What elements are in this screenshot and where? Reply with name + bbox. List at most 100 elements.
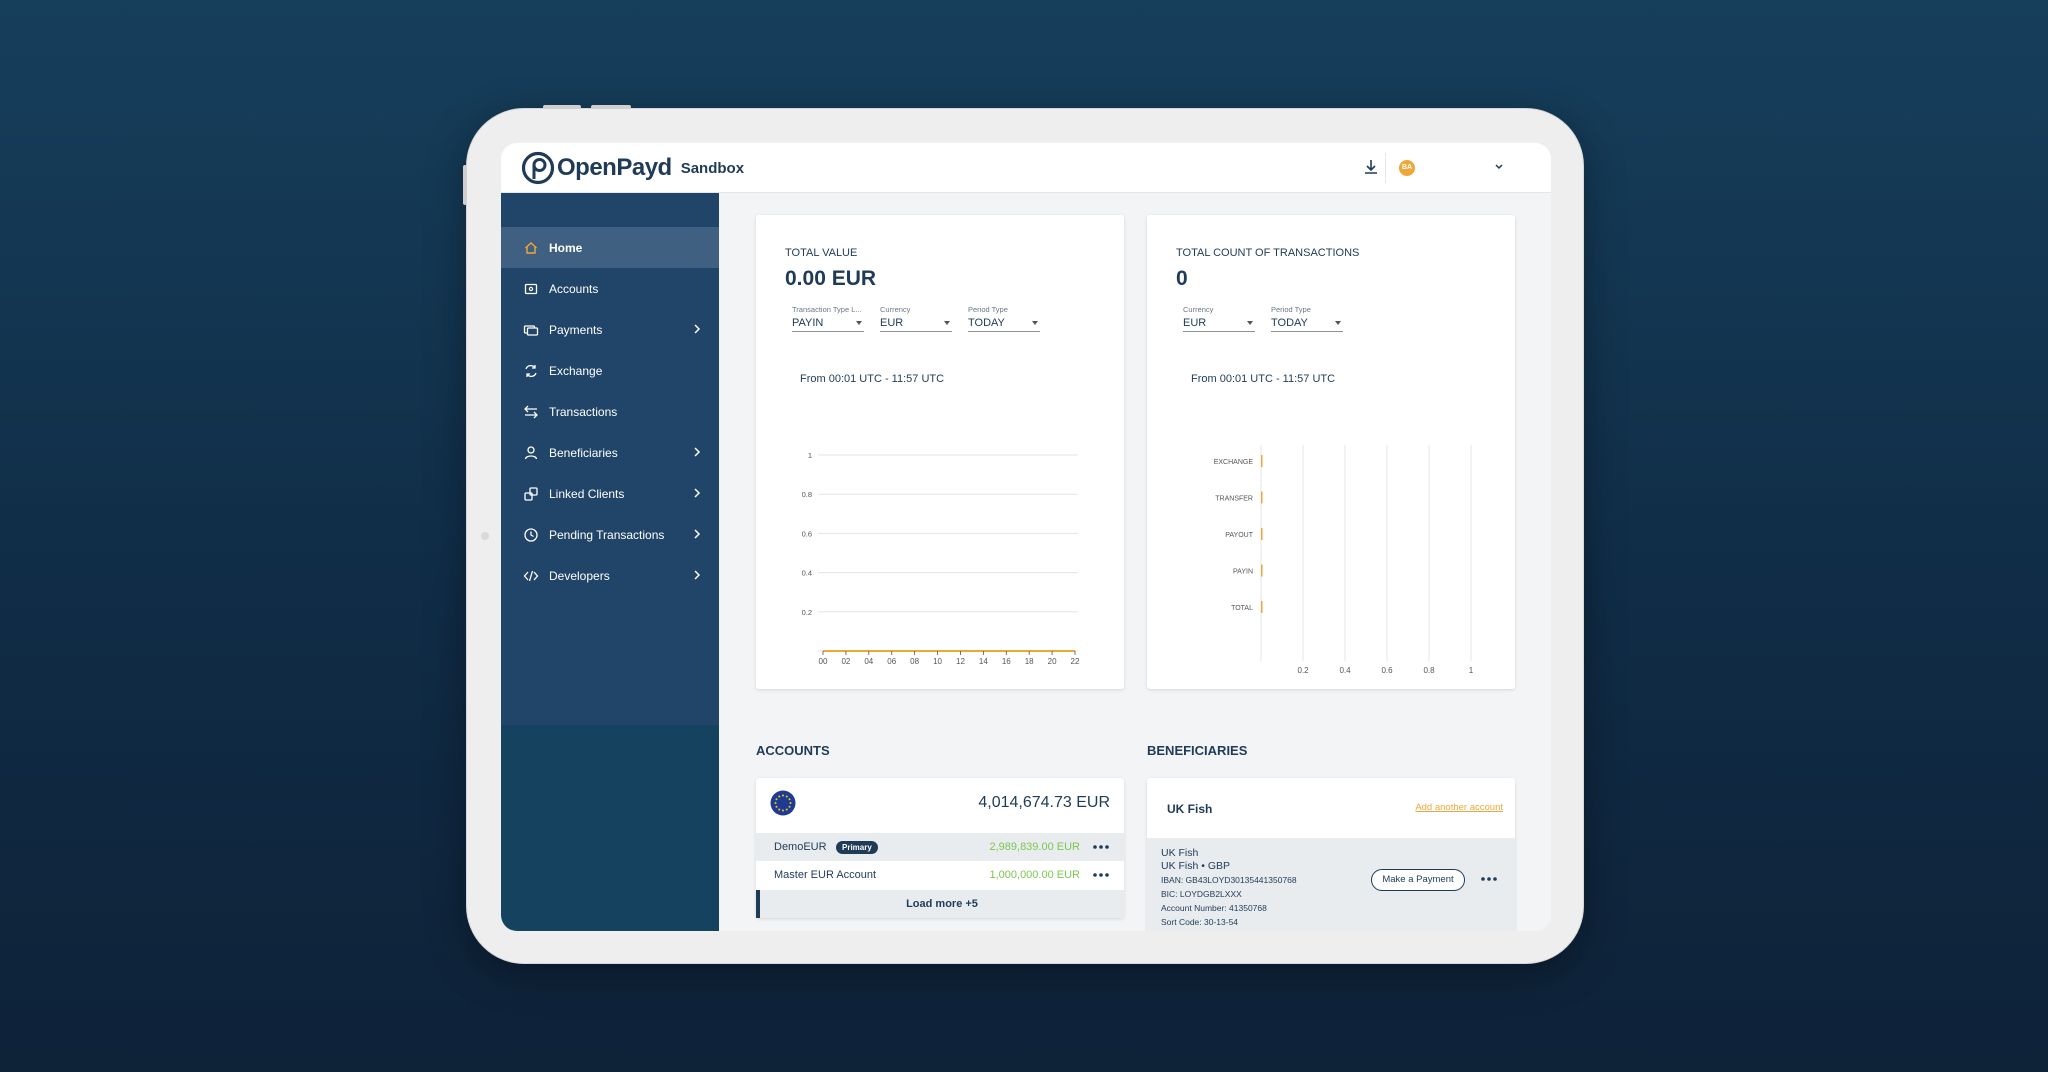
load-more-button[interactable]: Load more +5 [756,890,1124,918]
accounts-card: 4,014,674.73 EUR DemoEUR Primary 2,989,8… [756,778,1124,918]
tablet-button-side [463,165,467,205]
account-balance: 2,989,839.00 EUR [989,841,1080,853]
sidebar-item-exchange[interactable]: Exchange [501,350,719,391]
time-range: From 00:01 UTC - 11:57 UTC [1191,373,1336,385]
transaction-type-select[interactable]: Transaction Type L... PAYIN [792,305,864,332]
sidebar-item-label: Payments [549,322,603,337]
x-tick-label: 1 [1469,666,1474,675]
beneficiary-sort-code: Sort Code: 30-13-54 [1161,917,1239,927]
home-icon [525,241,537,254]
x-tick-label: 0.2 [1297,666,1309,675]
caret-down-icon [1335,321,1341,325]
sidebar-item-developers[interactable]: Developers [501,555,719,596]
account-row[interactable]: Master EUR Account 1,000,000.00 EUR [756,861,1124,889]
beneficiary-details: UK Fish UK Fish • GBP IBAN: GB43LOYD3013… [1147,838,1515,931]
account-name: Master EUR Account [774,869,877,881]
accounts-total: 4,014,674.73 EUR [978,794,1110,811]
select-label: Transaction Type L... [792,305,862,314]
currency-select[interactable]: Currency EUR [880,305,952,332]
chevron-down-icon[interactable] [1491,159,1507,175]
code-icon [523,570,539,581]
sidebar-item-label: Pending Transactions [549,527,665,542]
category-label: PAYIN [1233,569,1253,576]
select-label: Currency [880,305,911,314]
y-tick-label: 1 [808,451,812,460]
sidebar-item-label: Beneficiaries [549,445,618,460]
more-options-icon[interactable] [1092,872,1110,878]
sidebar-item-payments[interactable]: Payments [501,309,719,350]
beneficiary-detail-currency: UK Fish • GBP [1161,860,1231,872]
card-title: TOTAL VALUE [785,247,858,259]
bar [1261,564,1263,577]
sidebar-item-label: Transactions [549,404,618,419]
beneficiary-bic: BIC: LOYDGB2LXXX [1161,889,1242,899]
sidebar-item-label: Linked Clients [549,486,625,501]
primary-badge: Primary [836,841,878,854]
x-tick-label: 14 [979,657,988,666]
sidebar-item-accounts[interactable]: Accounts [501,268,719,309]
total-count-card: TOTAL COUNT OF TRANSACTIONS 0 Currency E… [1147,215,1515,689]
avatar[interactable]: BA [1399,160,1415,176]
more-options-icon[interactable] [1480,876,1498,882]
user-icon [524,445,538,459]
main-content: TOTAL VALUE 0.00 EUR Transaction Type L.… [719,193,1551,931]
currency-select[interactable]: Currency EUR [1183,305,1255,332]
y-tick-label: 0.8 [802,490,812,499]
chevron-right-icon [694,324,701,334]
category-label: EXCHANGE [1214,459,1254,466]
bar [1261,491,1263,504]
x-tick-label: 16 [1002,657,1011,666]
app-screen: OpenPayd Sandbox BA Home Accounts Paymen… [501,143,1551,931]
y-tick-label: 0.6 [802,529,812,538]
total-value-card: TOTAL VALUE 0.00 EUR Transaction Type L.… [756,215,1124,689]
accounts-section-title: ACCOUNTS [756,743,830,758]
sidebar-item-transactions[interactable]: Transactions [501,391,719,432]
sidebar-item-home[interactable]: Home [501,227,719,268]
header-divider [1385,153,1386,183]
bar [1261,455,1263,467]
account-row[interactable]: DemoEUR Primary 2,989,839.00 EUR [756,833,1124,861]
x-tick-label: 08 [910,657,919,666]
beneficiary-detail-name: UK Fish [1161,847,1199,859]
sidebar: Home Accounts Payments Exchange Transact… [501,193,719,931]
x-tick-label: 00 [819,657,828,666]
logo[interactable]: OpenPayd Sandbox [521,151,744,185]
sidebar-item-label: Accounts [549,281,599,296]
x-tick-label: 0.4 [1339,666,1351,675]
caret-down-icon [1247,321,1253,325]
chevron-right-icon [694,488,701,498]
period-type-select[interactable]: Period Type TODAY [1271,305,1343,332]
exchange-icon [525,364,537,377]
beneficiaries-section-title: BENEFICIARIES [1147,743,1248,758]
period-type-select[interactable]: Period Type TODAY [968,305,1040,332]
chevron-right-icon [694,570,701,580]
tablet-camera [481,532,489,540]
sidebar-item-linked-clients[interactable]: Linked Clients [501,473,719,514]
clock-icon [524,527,538,542]
time-range: From 00:01 UTC - 11:57 UTC [800,373,945,385]
x-tick-label: 0.6 [1381,666,1393,675]
y-tick-label: 0.2 [802,608,812,617]
make-payment-button[interactable]: Make a Payment [1371,869,1465,891]
sidebar-item-pending-transactions[interactable]: Pending Transactions [501,514,719,555]
bar [1261,528,1263,540]
more-options-icon[interactable] [1092,844,1110,850]
sidebar-item-beneficiaries[interactable]: Beneficiaries [501,432,719,473]
total-value-amount: 0.00 EUR [785,267,877,290]
x-tick-label: 12 [956,657,965,666]
account-balance: 1,000,000.00 EUR [989,869,1080,881]
tablet-button-top [543,105,581,109]
add-another-account-link[interactable]: Add another account [1415,802,1503,813]
download-icon[interactable] [1361,157,1381,177]
sidebar-item-label: Developers [549,568,610,583]
caret-down-icon [1032,321,1038,325]
select-label: Currency [1183,305,1214,314]
y-tick-label: 0.4 [802,569,812,578]
select-value: PAYIN [792,317,824,329]
x-tick-label: 0.8 [1423,666,1435,675]
brand-name: OpenPayd [557,154,672,181]
x-tick-label: 20 [1048,657,1057,666]
chevron-right-icon [694,529,701,539]
tablet-button-top [591,105,631,109]
bar [1261,601,1263,613]
